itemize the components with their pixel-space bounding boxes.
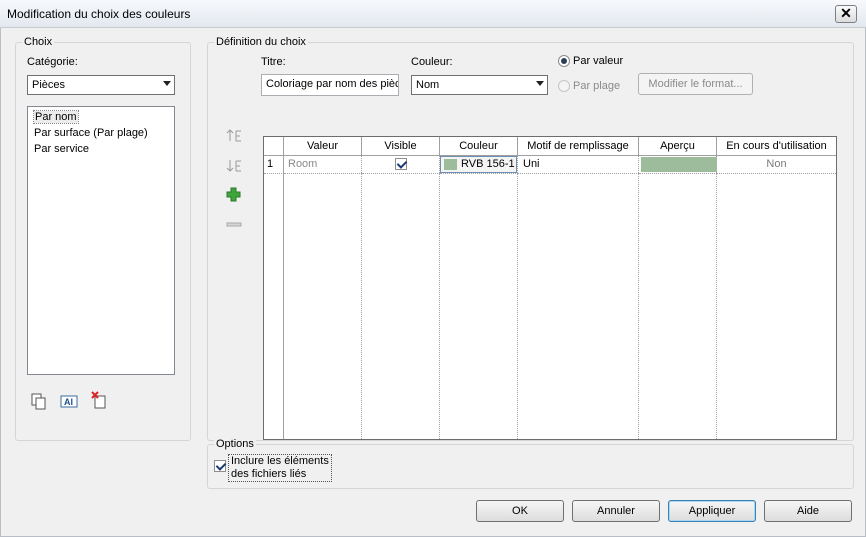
couleur-select[interactable]: Nom <box>411 75 548 95</box>
row-header-column <box>264 156 284 439</box>
options-legend: Options <box>214 438 256 450</box>
modifier-format-button[interactable]: Modifier le format... <box>638 73 753 95</box>
header-usage[interactable]: En cours d'utilisation <box>717 137 836 156</box>
add-icon[interactable] <box>225 186 243 204</box>
svg-text:AI: AI <box>64 397 73 407</box>
duplicate-icon[interactable] <box>29 392 49 412</box>
color-swatch <box>444 159 457 170</box>
par-plage-radio[interactable] <box>558 80 570 92</box>
definition-legend: Définition du choix <box>214 36 308 48</box>
color-grid[interactable]: Valeur Visible Couleur Motif de rempliss… <box>263 136 837 440</box>
grid-corner <box>264 137 284 156</box>
par-valeur-radio[interactable] <box>558 55 570 67</box>
titre-label: Titre: <box>261 56 286 68</box>
dialog-body: Choix Catégorie: Pièces Par nom Par surf… <box>0 28 866 537</box>
par-valeur-label[interactable]: Par valeur <box>573 55 623 67</box>
remove-icon[interactable] <box>225 216 243 234</box>
scheme-list[interactable]: Par nom Par surface (Par plage) Par serv… <box>27 106 175 375</box>
chevron-down-icon <box>536 81 544 86</box>
header-valeur[interactable]: Valeur <box>284 137 362 156</box>
ok-button[interactable]: OK <box>476 500 564 522</box>
category-select[interactable]: Pièces <box>27 75 175 95</box>
grid-column <box>717 156 836 439</box>
chevron-down-icon <box>163 81 171 86</box>
preview-swatch <box>641 157 717 172</box>
titre-value: Coloriage par nom des pièc <box>266 78 399 90</box>
close-button[interactable]: ✕ <box>835 5 857 23</box>
cell-visible[interactable] <box>362 156 440 174</box>
scheme-list-item[interactable]: Par service <box>28 141 174 157</box>
window-title: Modification du choix des couleurs <box>7 7 191 21</box>
couleur-value: Nom <box>416 79 440 91</box>
grid-column <box>362 156 440 439</box>
par-plage-label[interactable]: Par plage <box>573 80 620 92</box>
close-icon: ✕ <box>840 5 852 21</box>
header-couleur[interactable]: Couleur <box>440 137 518 156</box>
titre-input[interactable]: Coloriage par nom des pièc <box>261 74 399 96</box>
cell-apercu[interactable] <box>639 156 717 174</box>
category-label: Catégorie: <box>27 56 78 68</box>
grid-column <box>284 156 362 439</box>
choix-legend: Choix <box>22 36 55 48</box>
delete-icon[interactable] <box>89 390 109 410</box>
visible-checkbox[interactable] <box>395 158 407 171</box>
header-motif[interactable]: Motif de remplissage <box>518 137 639 156</box>
include-linked-checkbox[interactable] <box>214 460 226 472</box>
category-value: Pièces <box>32 79 66 91</box>
cell-motif[interactable]: Uni <box>518 156 639 174</box>
annuler-button[interactable]: Annuler <box>572 500 660 522</box>
appliquer-button[interactable]: Appliquer <box>668 500 756 522</box>
move-down-icon[interactable] <box>225 157 243 175</box>
scheme-list-item[interactable]: Par nom <box>28 109 174 125</box>
grid-column <box>440 156 518 439</box>
move-up-icon[interactable] <box>225 127 243 145</box>
rename-icon[interactable]: AI <box>59 392 79 412</box>
cell-valeur[interactable]: Room <box>284 156 362 174</box>
cell-couleur[interactable]: RVB 156-1 <box>440 156 518 174</box>
header-visible[interactable]: Visible <box>362 137 440 156</box>
include-linked-label[interactable]: Inclure les éléments des fichiers liés <box>228 454 332 482</box>
row-number[interactable]: 1 <box>264 156 284 174</box>
couleur-text: RVB 156-1 <box>461 158 515 170</box>
title-bar: Modification du choix des couleurs ✕ <box>0 0 866 28</box>
header-apercu[interactable]: Aperçu <box>639 137 717 156</box>
cell-usage[interactable]: Non <box>717 156 836 174</box>
aide-button[interactable]: Aide <box>764 500 852 522</box>
scheme-list-item[interactable]: Par surface (Par plage) <box>28 125 174 141</box>
grid-column <box>518 156 639 439</box>
grid-column <box>639 156 717 439</box>
couleur-label: Couleur: <box>411 56 453 68</box>
